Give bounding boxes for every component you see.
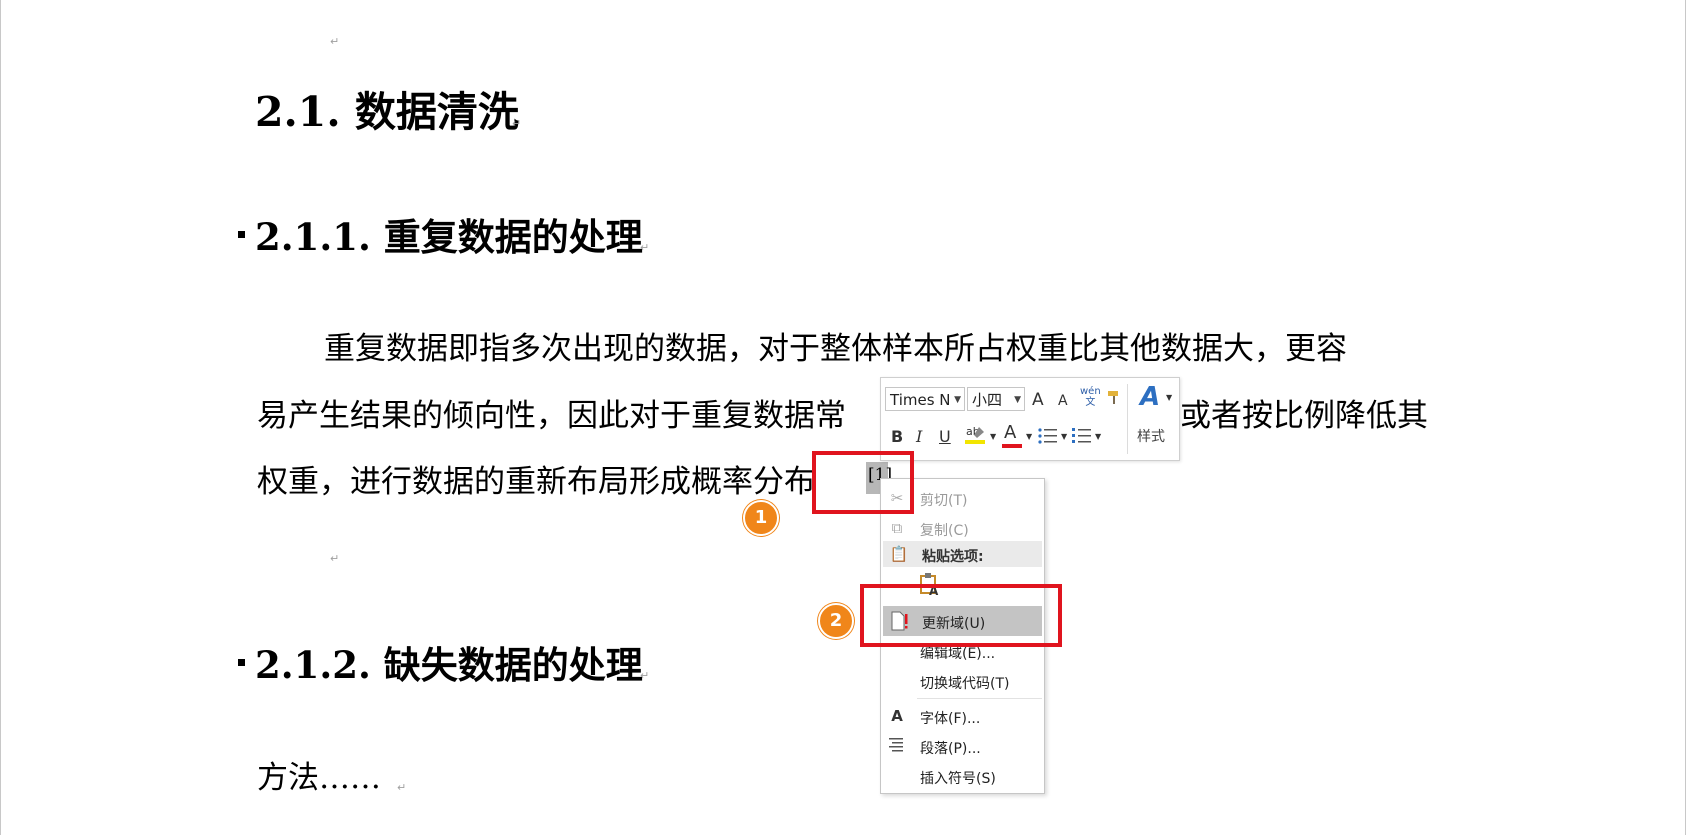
paragraph-icon <box>887 736 907 756</box>
styles-label: 样式 <box>1137 429 1165 445</box>
numbering-icon[interactable] <box>1071 426 1093 446</box>
menu-item-paragraph[interactable]: 段落(P)... <box>881 731 1044 761</box>
paragraph-mark: ↵ <box>330 552 340 565</box>
heading-bullet <box>238 659 245 666</box>
paste-icon: 📋 <box>889 545 909 563</box>
paragraph-mark: ↵ <box>640 669 650 682</box>
phonetic-guide-button[interactable]: wén 文 <box>1080 386 1101 408</box>
paragraph-mark: ↵ <box>397 781 407 794</box>
mini-toolbar: Times N ▼ 小四 ▼ A A wén 文 A ▼ 样式 B I U ab… <box>880 377 1180 461</box>
styles-icon[interactable]: A <box>1140 384 1160 410</box>
italic-button[interactable]: I <box>916 429 922 445</box>
chevron-down-icon: ▼ <box>1014 395 1021 405</box>
step-badge-2: 2 <box>818 603 854 639</box>
highlight-icon[interactable]: ab <box>965 423 987 447</box>
page-left-edge <box>0 0 1 835</box>
menu-header-paste-options: 📋 粘贴选项: <box>883 541 1042 567</box>
chevron-down-icon[interactable]: ▼ <box>1061 433 1067 441</box>
menu-item-copy[interactable]: ⧉ 复制(C) <box>881 513 1044 543</box>
font-color-bar <box>1002 444 1022 448</box>
annotation-box-field <box>812 451 914 514</box>
menu-item-toggle-field-codes[interactable]: 切换域代码(T) <box>881 666 1044 696</box>
chevron-down-icon[interactable]: ▼ <box>1095 433 1101 441</box>
body-line-3[interactable]: 权重，进行数据的重新布局形成概率分布 <box>257 467 815 498</box>
font-color-button[interactable]: A <box>1004 424 1016 442</box>
body-line-1[interactable]: 重复数据即指多次出现的数据，对于整体样本所占权重比其他数据大，更容 <box>324 334 1347 365</box>
step-badge-1: 1 <box>743 500 779 536</box>
underline-button[interactable]: U <box>939 429 951 445</box>
heading-2-1-2[interactable]: 2.1.2. 缺失数据的处理 <box>255 647 643 684</box>
menu-item-label: 切换域代码(T) <box>920 676 1010 692</box>
menu-separator <box>917 698 1042 699</box>
bullets-icon[interactable] <box>1037 426 1059 446</box>
annotation-box-update-field <box>860 584 1062 647</box>
copy-icon: ⧉ <box>891 519 903 537</box>
menu-item-label: 插入符号(S) <box>920 771 996 787</box>
body-line-methods[interactable]: 方法…… <box>257 763 381 794</box>
chevron-down-icon[interactable]: ▼ <box>990 433 996 441</box>
font-size-value: 小四 <box>972 391 1003 409</box>
paragraph-mark: ↵ <box>330 35 340 48</box>
font-name-combo[interactable]: Times N ▼ <box>885 387 965 411</box>
menu-item-label: 字体(F)... <box>920 711 981 727</box>
font-icon: A <box>891 707 903 725</box>
chevron-down-icon[interactable]: ▼ <box>1166 394 1172 402</box>
heading-bullet <box>238 231 245 238</box>
font-size-combo[interactable]: 小四 ▼ <box>967 387 1025 411</box>
shrink-font-button[interactable]: A <box>1058 394 1068 408</box>
body-line-2-right[interactable]: 或者按比例降低其 <box>1180 401 1428 432</box>
menu-item-font[interactable]: A 字体(F)... <box>881 701 1044 731</box>
chevron-down-icon[interactable]: ▼ <box>1026 433 1032 441</box>
format-painter-icon[interactable] <box>1106 390 1122 406</box>
body-line-2-left[interactable]: 易产生结果的倾向性，因此对于重复数据常 <box>257 401 846 432</box>
menu-item-insert-symbol[interactable]: 插入符号(S) <box>881 761 1044 791</box>
heading-2-1[interactable]: 2.1. 数据清洗 <box>255 92 519 133</box>
chevron-down-icon: ▼ <box>954 395 961 405</box>
heading-2-1-1[interactable]: 2.1.1. 重复数据的处理 <box>255 219 643 256</box>
menu-item-label: 段落(P)... <box>920 741 981 757</box>
menu-item-label: 粘贴选项: <box>922 549 984 565</box>
paragraph-mark: ↵ <box>640 241 650 254</box>
toolbar-separator <box>1127 384 1128 454</box>
bold-button[interactable]: B <box>891 429 903 445</box>
paragraph-mark: ↵ <box>512 117 522 130</box>
menu-item-label: 剪切(T) <box>920 493 968 509</box>
font-name-value: Times N <box>890 391 951 409</box>
menu-item-label: 复制(C) <box>920 523 969 539</box>
grow-font-button[interactable]: A <box>1032 392 1044 409</box>
